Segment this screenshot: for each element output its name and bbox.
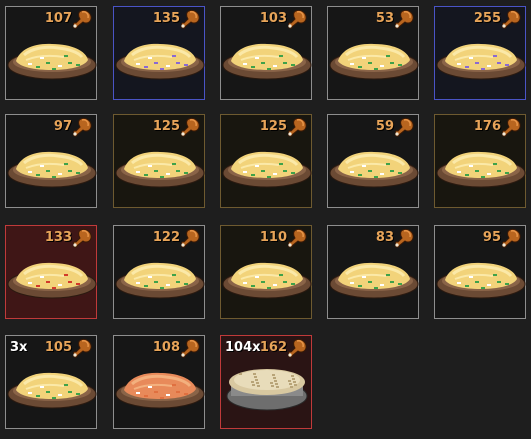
food-value: 59 — [375, 119, 394, 134]
omelette-platter-image — [7, 43, 97, 80]
inventory-slot[interactable]: 255 — [434, 6, 526, 100]
omelette-platter-image — [436, 262, 526, 299]
food-value: 83 — [375, 230, 394, 245]
food-value: 122 — [152, 230, 180, 245]
omelette-platter-image — [115, 262, 205, 299]
stack-count: 3x — [10, 340, 28, 355]
inventory-slot[interactable]: 104x 162 — [220, 335, 312, 429]
food-value: 255 — [473, 11, 501, 26]
omelette-platter-image — [7, 372, 97, 409]
food-value: 97 — [53, 119, 72, 134]
inventory-slot[interactable]: 133 — [5, 225, 97, 319]
omelette-platter-image — [436, 151, 526, 188]
salmon-omelette-image — [115, 372, 205, 409]
omelette-platter-image — [115, 43, 205, 80]
food-value: 108 — [152, 340, 180, 355]
inventory-slot[interactable]: 53 — [327, 6, 419, 100]
food-value: 95 — [482, 230, 501, 245]
food-value: 125 — [152, 119, 180, 134]
inventory-slot[interactable]: 103 — [220, 6, 312, 100]
food-value: 133 — [44, 230, 72, 245]
food-value: 162 — [259, 340, 287, 355]
food-value: 107 — [44, 11, 72, 26]
inventory-slot[interactable]: 125 — [113, 114, 205, 208]
omelette-platter-image — [222, 262, 312, 299]
omelette-platter-image — [329, 151, 419, 188]
omelette-platter-image — [329, 43, 419, 80]
food-value: 103 — [259, 11, 287, 26]
pie-image — [226, 369, 308, 411]
inventory-slot[interactable]: 3x 105 — [5, 335, 97, 429]
inventory-slot[interactable]: 122 — [113, 225, 205, 319]
omelette-platter-image — [329, 262, 419, 299]
food-value: 125 — [259, 119, 287, 134]
inventory-slot[interactable]: 107 — [5, 6, 97, 100]
inventory-slot[interactable]: 59 — [327, 114, 419, 208]
inventory-slot[interactable]: 125 — [220, 114, 312, 208]
inventory-slot[interactable]: 83 — [327, 225, 419, 319]
food-value: 105 — [44, 340, 72, 355]
inventory-slot[interactable]: 176 — [434, 114, 526, 208]
omelette-platter-image — [436, 43, 526, 80]
omelette-platter-image — [222, 43, 312, 80]
omelette-platter-image — [7, 262, 97, 299]
stack-count: 104x — [225, 340, 261, 355]
inventory-slot[interactable]: 95 — [434, 225, 526, 319]
food-value: 176 — [473, 119, 501, 134]
food-value: 53 — [375, 11, 394, 26]
omelette-platter-image — [115, 151, 205, 188]
inventory-slot[interactable]: 97 — [5, 114, 97, 208]
inventory-grid: 107 135 103 53 255 97 125 125 59 176 133 122 110 83 95… — [0, 0, 531, 439]
omelette-platter-image — [7, 151, 97, 188]
food-value: 110 — [259, 230, 287, 245]
inventory-slot[interactable]: 108 — [113, 335, 205, 429]
omelette-platter-image — [222, 151, 312, 188]
inventory-slot[interactable]: 135 — [113, 6, 205, 100]
inventory-slot[interactable]: 110 — [220, 225, 312, 319]
food-value: 135 — [152, 11, 180, 26]
